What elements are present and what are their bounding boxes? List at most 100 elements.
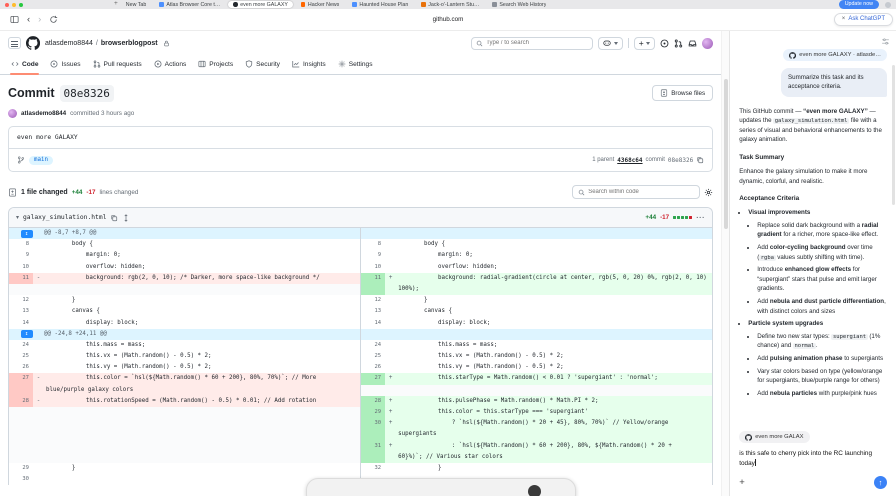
tab-jack-o-lantern-stu[interactable]: Jack-o'-Lantern Stu… xyxy=(416,1,484,8)
browse-files-button[interactable]: Browse files xyxy=(652,85,714,101)
zoom-window-button[interactable] xyxy=(19,2,23,7)
file-name[interactable]: galaxy_simulation.html xyxy=(23,214,106,221)
line-number[interactable]: 9 xyxy=(9,250,33,261)
browser-profile-avatar[interactable] xyxy=(885,1,891,8)
copy-path-icon[interactable] xyxy=(110,214,118,222)
send-button[interactable]: ↑ xyxy=(874,476,887,489)
composer-context-chip[interactable]: even more GALAX xyxy=(739,431,810,444)
repo-tab-projects[interactable]: Projects xyxy=(193,54,238,74)
dock-button[interactable] xyxy=(528,485,541,496)
user-avatar[interactable] xyxy=(702,37,714,49)
ask-chatgpt-button[interactable]: × Ask ChatGPT xyxy=(833,12,893,26)
line-number[interactable] xyxy=(9,384,33,396)
line-number[interactable]: 12 xyxy=(361,295,385,306)
reload-icon[interactable] xyxy=(49,15,58,24)
line-number[interactable] xyxy=(9,283,33,296)
copilot-button[interactable] xyxy=(598,36,623,50)
line-number[interactable]: 32 xyxy=(361,463,385,474)
line-number[interactable] xyxy=(361,384,386,396)
panel-controls-icon[interactable] xyxy=(881,37,890,46)
commit-author[interactable]: atlasdemo8844 xyxy=(21,110,66,117)
line-number[interactable]: 11 xyxy=(361,272,386,284)
line-number[interactable] xyxy=(361,429,386,441)
line-number[interactable]: 9 xyxy=(361,250,385,261)
line-number[interactable]: 28 xyxy=(361,395,386,407)
line-number[interactable]: 27 xyxy=(9,373,33,385)
line-number[interactable]: 29 xyxy=(361,407,386,419)
sidebar-toggle-icon[interactable] xyxy=(10,15,19,24)
create-new-button[interactable]: + xyxy=(633,36,656,50)
global-search-input[interactable] xyxy=(486,40,589,46)
line-number[interactable]: 26 xyxy=(361,362,385,373)
page-scrollbar[interactable] xyxy=(721,31,730,496)
branch-badge[interactable]: main xyxy=(29,155,53,165)
back-button[interactable]: ‹ xyxy=(27,15,30,25)
breadcrumb-owner[interactable]: atlasdemo8844 xyxy=(45,40,93,47)
composer-input[interactable]: is this safe to cherry pick into the RC … xyxy=(739,449,887,468)
tab-search-web-history[interactable]: Search Web History xyxy=(487,1,551,8)
breadcrumb-repo[interactable]: browserblogpost xyxy=(101,40,158,47)
diff-settings-icon[interactable] xyxy=(704,188,713,197)
parent-sha-link[interactable]: 4368c64 xyxy=(617,157,642,164)
line-number[interactable] xyxy=(9,440,33,452)
line-number[interactable]: 31 xyxy=(361,440,386,452)
close-window-button[interactable] xyxy=(5,2,9,7)
line-number[interactable]: 13 xyxy=(361,306,385,317)
inbox-icon[interactable] xyxy=(688,39,697,48)
line-number[interactable]: 25 xyxy=(361,351,385,362)
issues-icon[interactable] xyxy=(660,39,669,48)
attach-button[interactable]: + xyxy=(739,478,745,488)
code-search-input[interactable] xyxy=(588,189,695,195)
minimize-window-button[interactable] xyxy=(12,2,16,7)
line-number[interactable]: 8 xyxy=(9,239,33,250)
line-number[interactable]: 25 xyxy=(9,351,33,362)
scrollbar-thumb[interactable] xyxy=(723,79,728,229)
line-number[interactable]: 29 xyxy=(9,463,33,474)
line-number[interactable]: 26 xyxy=(9,362,33,373)
repo-tab-insights[interactable]: Insights xyxy=(287,54,331,74)
repo-tab-code[interactable]: Code xyxy=(6,54,43,75)
line-number[interactable]: 30 xyxy=(9,474,33,485)
line-number[interactable]: 24 xyxy=(361,340,385,351)
line-number[interactable]: 30 xyxy=(361,418,386,430)
code-search[interactable] xyxy=(572,185,701,199)
line-number[interactable] xyxy=(361,283,386,296)
line-number[interactable]: 14 xyxy=(361,318,385,329)
line-number[interactable]: 28 xyxy=(9,395,33,407)
context-link-chip[interactable]: even more GALAXY · atlasde… xyxy=(783,49,887,61)
file-options-button[interactable]: ··· xyxy=(696,213,705,222)
panel-scrollbar[interactable] xyxy=(892,65,895,205)
line-number[interactable]: 10 xyxy=(361,262,385,273)
hamburger-menu-button[interactable] xyxy=(8,37,21,49)
line-number[interactable]: 12 xyxy=(9,295,33,306)
tab-hacker-news[interactable]: Hacker News xyxy=(296,1,345,8)
tab-even-more-galaxy[interactable]: even more GALAXY xyxy=(228,1,293,8)
repo-tab-security[interactable]: Security xyxy=(240,54,285,74)
pull-requests-icon[interactable] xyxy=(674,39,683,48)
tab-atlas-browser-core-t[interactable]: Atlas Browser Core t… xyxy=(154,1,225,8)
line-number[interactable] xyxy=(9,407,33,419)
line-number[interactable] xyxy=(9,451,33,463)
repo-tab-pull-requests[interactable]: Pull requests xyxy=(88,54,147,74)
expand-hunk-button[interactable]: ↕ xyxy=(20,229,33,238)
line-number[interactable]: 14 xyxy=(9,318,33,329)
line-number[interactable]: 13 xyxy=(9,306,33,317)
line-number[interactable]: 11 xyxy=(9,272,33,284)
expand-hunk-button[interactable]: ↕ xyxy=(20,330,33,339)
repo-tab-settings[interactable]: Settings xyxy=(333,54,378,74)
collapse-file-icon[interactable]: ▾ xyxy=(16,214,19,221)
close-icon[interactable]: × xyxy=(842,16,846,22)
line-number[interactable]: 27 xyxy=(361,373,386,385)
repo-tab-actions[interactable]: Actions xyxy=(149,54,192,74)
tab-new-tab[interactable]: New Tab xyxy=(121,1,152,8)
line-number[interactable] xyxy=(361,451,386,463)
line-number[interactable]: 24 xyxy=(9,340,33,351)
line-number[interactable] xyxy=(9,418,33,430)
forward-button[interactable]: › xyxy=(38,15,41,25)
github-logo-icon[interactable] xyxy=(26,36,40,50)
tab-haunted-house-plan[interactable]: Haunted House Plan xyxy=(347,1,413,8)
repo-tab-issues[interactable]: Issues xyxy=(45,54,85,74)
address-bar[interactable]: github.com xyxy=(300,16,596,23)
line-number[interactable] xyxy=(9,429,33,441)
copy-sha-icon[interactable] xyxy=(696,156,704,164)
